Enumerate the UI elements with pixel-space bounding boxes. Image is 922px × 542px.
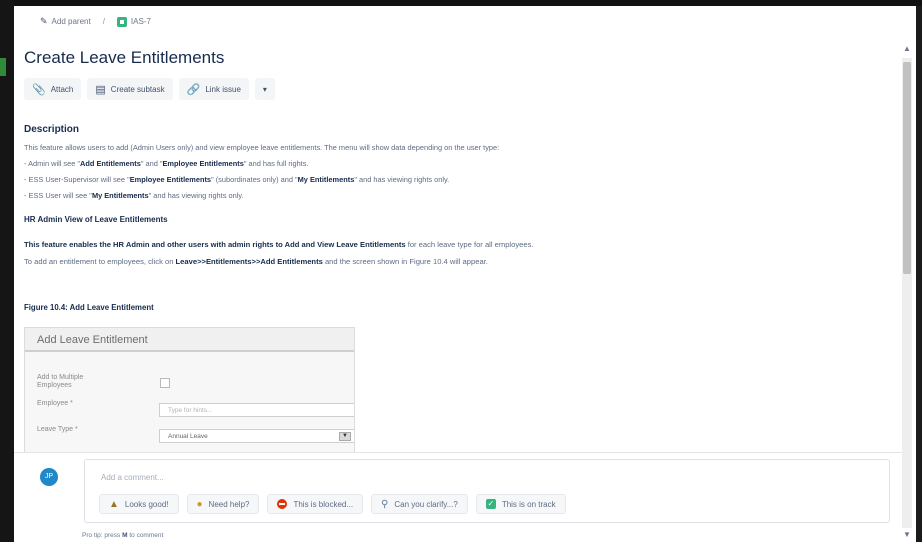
attach-label: Attach [50, 84, 74, 94]
navigation-line: To add an entitlement to employees, clic… [24, 257, 488, 266]
link-icon: 🔗 [186, 83, 201, 96]
feature-line: This feature enables the HR Admin and ot… [24, 240, 534, 249]
issue-title[interactable]: Create Leave Entitlements [24, 48, 224, 68]
link-issue-label: Link issue [205, 84, 241, 94]
figure-leave-type-value: Annual Leave [168, 433, 208, 440]
description-supervisor-line: - ESS User-Supervisor will see "Employee… [24, 175, 450, 184]
blocked-icon [277, 499, 288, 509]
help-emoji-icon: ● [196, 498, 203, 510]
issue-panel: ✎ Add parent / IAS-7 Create Leave Entitl… [14, 6, 916, 542]
description-intro: This feature allows users to add (Admin … [24, 143, 500, 152]
pro-tip: Pro tip: press M to comment [82, 532, 164, 539]
create-subtask-label: Create subtask [110, 84, 165, 94]
paperclip-icon: 📎 [32, 83, 46, 96]
thumbs-up-icon: ▲ [109, 498, 119, 510]
link-issue-button[interactable]: 🔗 Link issue [178, 78, 249, 100]
chip-label: This is blocked... [293, 499, 354, 509]
issue-toolbar: 📎 Attach ▤ Create subtask 🔗 Link issue ▾ [24, 78, 275, 100]
figure-multi-checkbox [160, 378, 170, 388]
magnifier-icon: ⚲ [381, 498, 389, 510]
issue-key-link[interactable]: IAS-7 [131, 17, 151, 26]
left-edge [0, 0, 14, 542]
more-actions-button[interactable]: ▾ [254, 78, 275, 100]
chip-this-is-blocked[interactable]: This is blocked... [267, 494, 364, 514]
figure-employee-input: Type for hints... [159, 403, 354, 417]
dropdown-arrow-icon: ▼ [339, 432, 351, 441]
description-ess-line: - ESS User will see "My Entitlements" an… [24, 191, 244, 200]
figure-multi-label: Add to Multiple Employees [37, 374, 84, 389]
comment-input[interactable]: Add a comment... ▲ Looks good! ● Need he… [84, 459, 890, 523]
chip-label: This is on track [501, 499, 556, 509]
figure-title: Figure 10.4: Add Leave Entitlement [24, 303, 154, 312]
scroll-down-arrow[interactable]: ▼ [902, 530, 912, 540]
subtask-icon: ▤ [95, 83, 106, 96]
figure-employee-label: Employee * [37, 400, 73, 407]
chip-label: Can you clarify...? [394, 499, 458, 509]
scroll-up-arrow[interactable]: ▲ [902, 44, 912, 54]
quick-reply-chips: ▲ Looks good! ● Need help? This is block… [99, 494, 566, 514]
chip-this-is-on-track[interactable]: ✓ This is on track [475, 494, 566, 514]
figure-form-header: Add Leave Entitlement [25, 328, 354, 352]
chip-label: Need help? [208, 499, 250, 509]
figure-form-image: Add Leave Entitlement Add to Multiple Em… [24, 327, 355, 453]
figure-leave-type-label: Leave Type * [37, 426, 78, 433]
comment-placeholder[interactable]: Add a comment... [101, 473, 164, 482]
figure-leave-type-select: Annual Leave ▼ [159, 429, 354, 443]
left-green-marker [0, 58, 6, 76]
chip-need-help[interactable]: ● Need help? [186, 494, 260, 514]
chip-can-you-clarify[interactable]: ⚲ Can you clarify...? [371, 494, 468, 514]
breadcrumb: ✎ Add parent / IAS-7 [40, 16, 151, 27]
scrollbar-thumb[interactable] [903, 62, 911, 274]
avatar[interactable]: JP [40, 468, 58, 486]
create-subtask-button[interactable]: ▤ Create subtask [87, 78, 173, 100]
add-parent-link[interactable]: Add parent [52, 17, 91, 26]
description-admin-line: - Admin will see "Add Entitlements" and … [24, 159, 309, 168]
chip-looks-good[interactable]: ▲ Looks good! [99, 494, 179, 514]
chevron-down-icon: ▾ [262, 84, 267, 94]
pencil-icon: ✎ [40, 16, 48, 26]
breadcrumb-separator: / [102, 17, 105, 26]
check-icon: ✓ [485, 499, 496, 509]
hr-admin-heading: HR Admin View of Leave Entitlements [24, 215, 168, 224]
story-icon [116, 16, 127, 27]
description-heading: Description [24, 124, 80, 135]
comment-divider [14, 452, 902, 453]
chip-label: Looks good! [124, 499, 169, 509]
attach-button[interactable]: 📎 Attach [24, 78, 82, 100]
